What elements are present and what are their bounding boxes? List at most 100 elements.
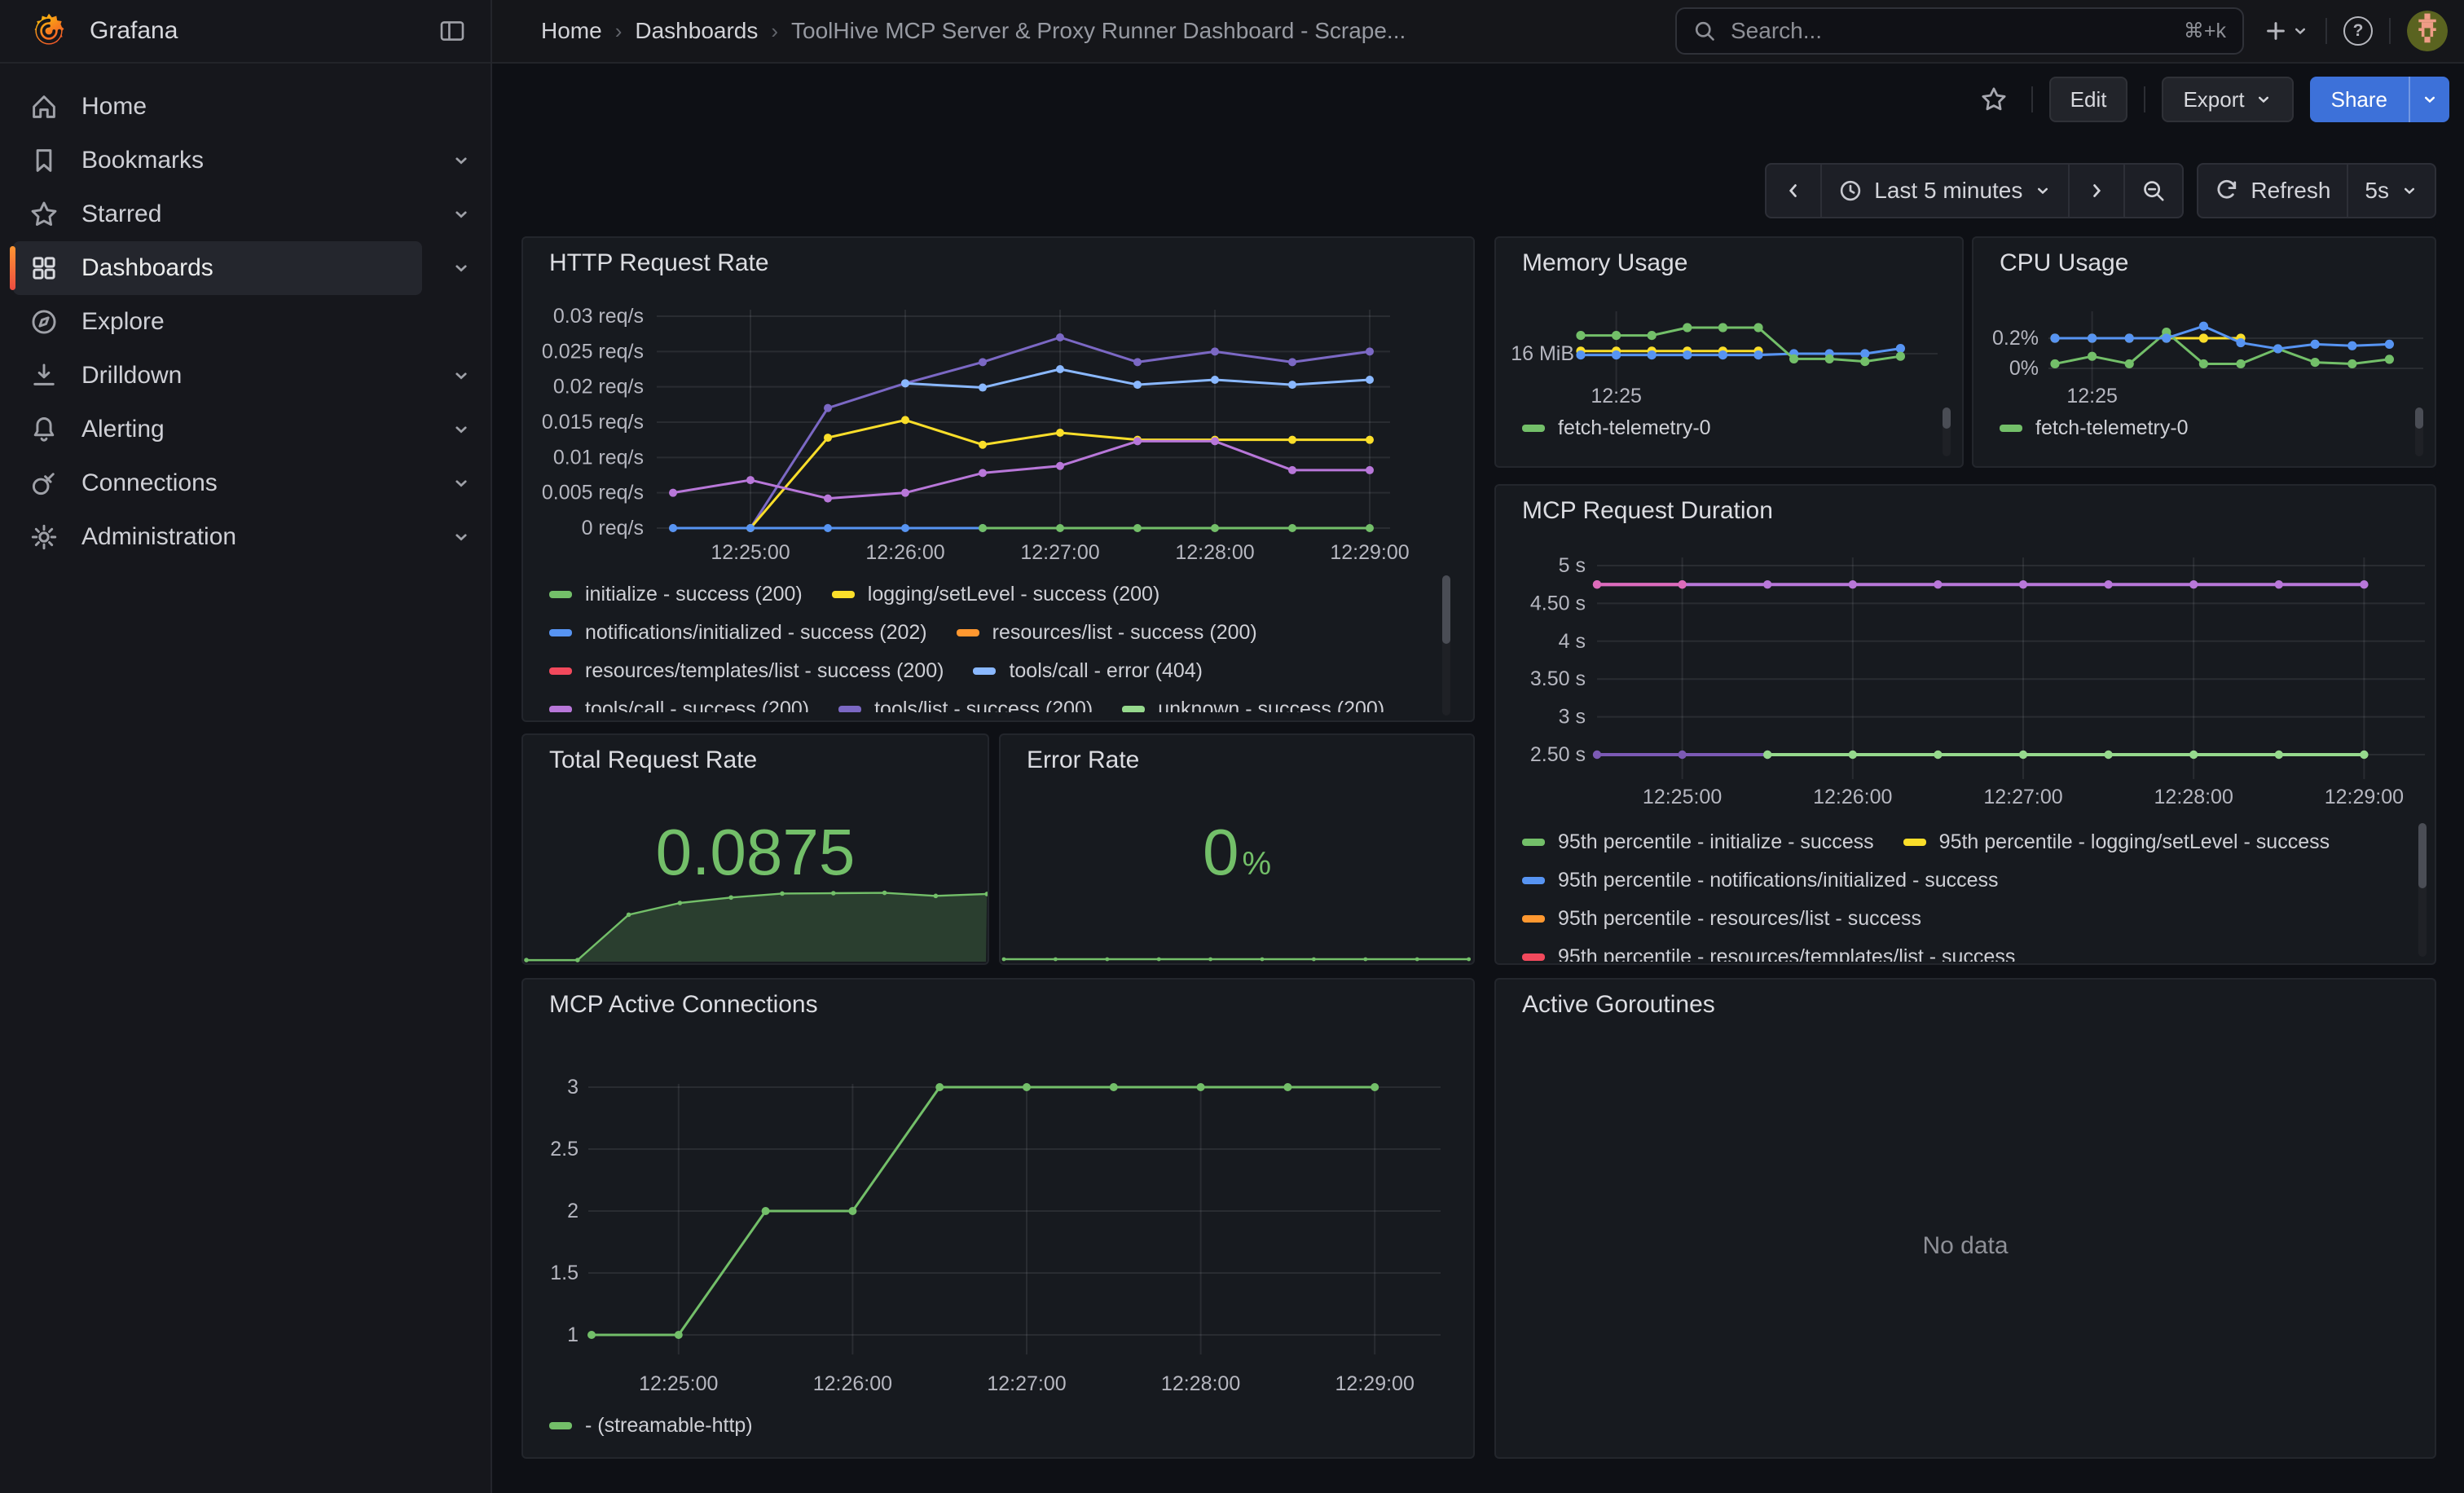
legend-item[interactable]: fetch-telemetry-0: [1522, 416, 1711, 440]
legend-label: fetch-telemetry-0: [1558, 416, 1711, 440]
data-point: [901, 489, 909, 497]
panel-title[interactable]: Memory Usage: [1522, 249, 1687, 277]
data-point: [762, 1207, 770, 1215]
zoom-out-button[interactable]: [2123, 165, 2182, 217]
data-point: [1849, 751, 1857, 759]
legend-scrollbar[interactable]: [2418, 823, 2427, 957]
data-point: [1366, 436, 1374, 444]
legend-item[interactable]: tools/list - success (200): [838, 698, 1093, 712]
sidebar-item-bookmarks[interactable]: Bookmarks: [13, 134, 422, 187]
sidebar-item-label: Alerting: [81, 416, 165, 443]
toolbar-divider: [2144, 86, 2145, 112]
sidebar-item-starred[interactable]: Starred: [13, 187, 422, 241]
time-forward-button[interactable]: [2068, 165, 2123, 217]
sidebar-item-explore[interactable]: Explore: [13, 295, 422, 349]
legend-item[interactable]: resources/list - success (200): [957, 621, 1257, 645]
panel-title[interactable]: Active Goroutines: [1522, 991, 1715, 1019]
grafana-logo[interactable]: [29, 11, 68, 51]
refresh-interval-picker[interactable]: 5s: [2347, 165, 2435, 217]
data-point: [2104, 751, 2112, 759]
legend-color-pill: [1122, 706, 1145, 712]
legend-item[interactable]: fetch-telemetry-0: [2000, 416, 2189, 440]
axis-tick-label: 12:29:00: [2325, 786, 2404, 808]
data-point: [1283, 1083, 1291, 1091]
data-point: [1896, 344, 1905, 353]
panel-error-rate: Error Rate 0 %: [999, 733, 1475, 965]
data-point: [935, 1083, 944, 1091]
legend-color-pill: [549, 667, 572, 675]
sidebar-item-administration[interactable]: Administration: [13, 510, 422, 564]
data-point: [2050, 359, 2059, 368]
chevron-down-icon[interactable]: [451, 420, 471, 439]
legend-item[interactable]: logging/setLevel - success (200): [832, 583, 1160, 606]
add-button[interactable]: [2264, 19, 2309, 43]
legend-color-pill: [2000, 425, 2022, 432]
panel-title[interactable]: CPU Usage: [2000, 249, 2128, 277]
chevron-down-icon[interactable]: [451, 366, 471, 385]
search-input[interactable]: [1727, 16, 2171, 46]
legend-color-pill: [549, 629, 572, 636]
legend-item[interactable]: tools/call - success (200): [549, 698, 809, 712]
legend-label: 95th percentile - logging/setLevel - suc…: [1939, 830, 2330, 854]
edit-button[interactable]: Edit: [2049, 77, 2128, 122]
legend-item[interactable]: 95th percentile - logging/setLevel - suc…: [1903, 830, 2330, 854]
data-point: [1612, 350, 1621, 359]
user-avatar[interactable]: [2407, 11, 2448, 51]
sidebar-item-drilldown[interactable]: Drilldown: [13, 349, 422, 403]
sidebar-item-home[interactable]: Home: [13, 80, 422, 134]
data-point: [2199, 322, 2208, 331]
legend-item[interactable]: 95th percentile - resources/list - succe…: [1522, 907, 1921, 931]
time-back-button[interactable]: [1767, 165, 1820, 217]
sidebar-item-alerting[interactable]: Alerting: [13, 403, 422, 456]
compass-icon: [29, 307, 59, 337]
panel-title[interactable]: HTTP Request Rate: [549, 249, 769, 277]
dock-sidebar-icon[interactable]: [438, 18, 466, 51]
legend-row: resources/templates/list - success (200)…: [549, 652, 1437, 690]
legend-item[interactable]: unknown - success (200): [1122, 698, 1384, 712]
chevron-down-icon[interactable]: [451, 258, 471, 278]
axis-tick-label: 1: [567, 1323, 579, 1346]
help-button[interactable]: ?: [2343, 16, 2373, 46]
chevron-down-icon[interactable]: [451, 151, 471, 170]
legend-scrollbar[interactable]: [1442, 575, 1450, 716]
sidebar-item-dashboards[interactable]: Dashboards: [13, 241, 422, 295]
legend-item[interactable]: initialize - success (200): [549, 583, 803, 606]
share-button[interactable]: Share: [2310, 77, 2409, 122]
export-button[interactable]: Export: [2162, 77, 2293, 122]
share-dropdown-button[interactable]: [2409, 77, 2449, 122]
legend-row: fetch-telemetry-0: [2000, 409, 2399, 447]
panel-title[interactable]: Total Request Rate: [549, 746, 757, 774]
legend-item[interactable]: 95th percentile - notifications/initiali…: [1522, 869, 1999, 892]
axis-tick-label: 5 s: [1559, 554, 1586, 577]
breadcrumb-item[interactable]: Dashboards: [635, 18, 758, 44]
legend-item[interactable]: notifications/initialized - success (202…: [549, 621, 927, 645]
favorite-star-button[interactable]: [1973, 78, 2015, 121]
data-point: [2385, 340, 2394, 349]
sidebar-item-connections[interactable]: Connections: [13, 456, 422, 510]
panel-title[interactable]: MCP Active Connections: [549, 991, 818, 1019]
data-point: [1934, 751, 1942, 759]
legend-scrollbar[interactable]: [2415, 407, 2423, 456]
refresh-button[interactable]: Refresh: [2198, 165, 2347, 217]
axis-tick-label: 12:25:00: [711, 541, 790, 564]
sidebar-nav: Home Bookmarks StarredDashboardsExploreDri…: [0, 64, 491, 564]
panel-title[interactable]: Error Rate: [1027, 746, 1139, 774]
chevron-down-icon[interactable]: [451, 205, 471, 224]
legend-item[interactable]: tools/call - error (404): [973, 659, 1203, 683]
data-point: [2104, 580, 2112, 588]
sidebar-item-label: Bookmarks: [81, 147, 204, 174]
search-box[interactable]: ⌘+k: [1675, 7, 2244, 55]
panel-title[interactable]: MCP Request Duration: [1522, 497, 1773, 525]
breadcrumb-item[interactable]: Home: [541, 18, 602, 44]
legend-scrollbar[interactable]: [1943, 407, 1951, 456]
legend-item[interactable]: - (streamable-http): [549, 1414, 753, 1438]
legend-item[interactable]: resources/templates/list - success (200): [549, 659, 944, 683]
legend-item[interactable]: 95th percentile - initialize - success: [1522, 830, 1874, 854]
chevron-down-icon[interactable]: [451, 473, 471, 493]
chevron-down-icon[interactable]: [451, 527, 471, 547]
time-range-picker[interactable]: Last 5 minutes: [1820, 165, 2068, 217]
data-point: [2189, 751, 2198, 759]
mcp-active-connections-chart[interactable]: 12:25:0012:26:0012:27:0012:28:0012:29:00…: [523, 980, 1473, 1457]
legend-item[interactable]: 95th percentile - resources/templates/li…: [1522, 945, 2015, 962]
panel-memory-usage: Memory Usage 12:2516 MiB fetch-telemetry…: [1494, 236, 1964, 468]
